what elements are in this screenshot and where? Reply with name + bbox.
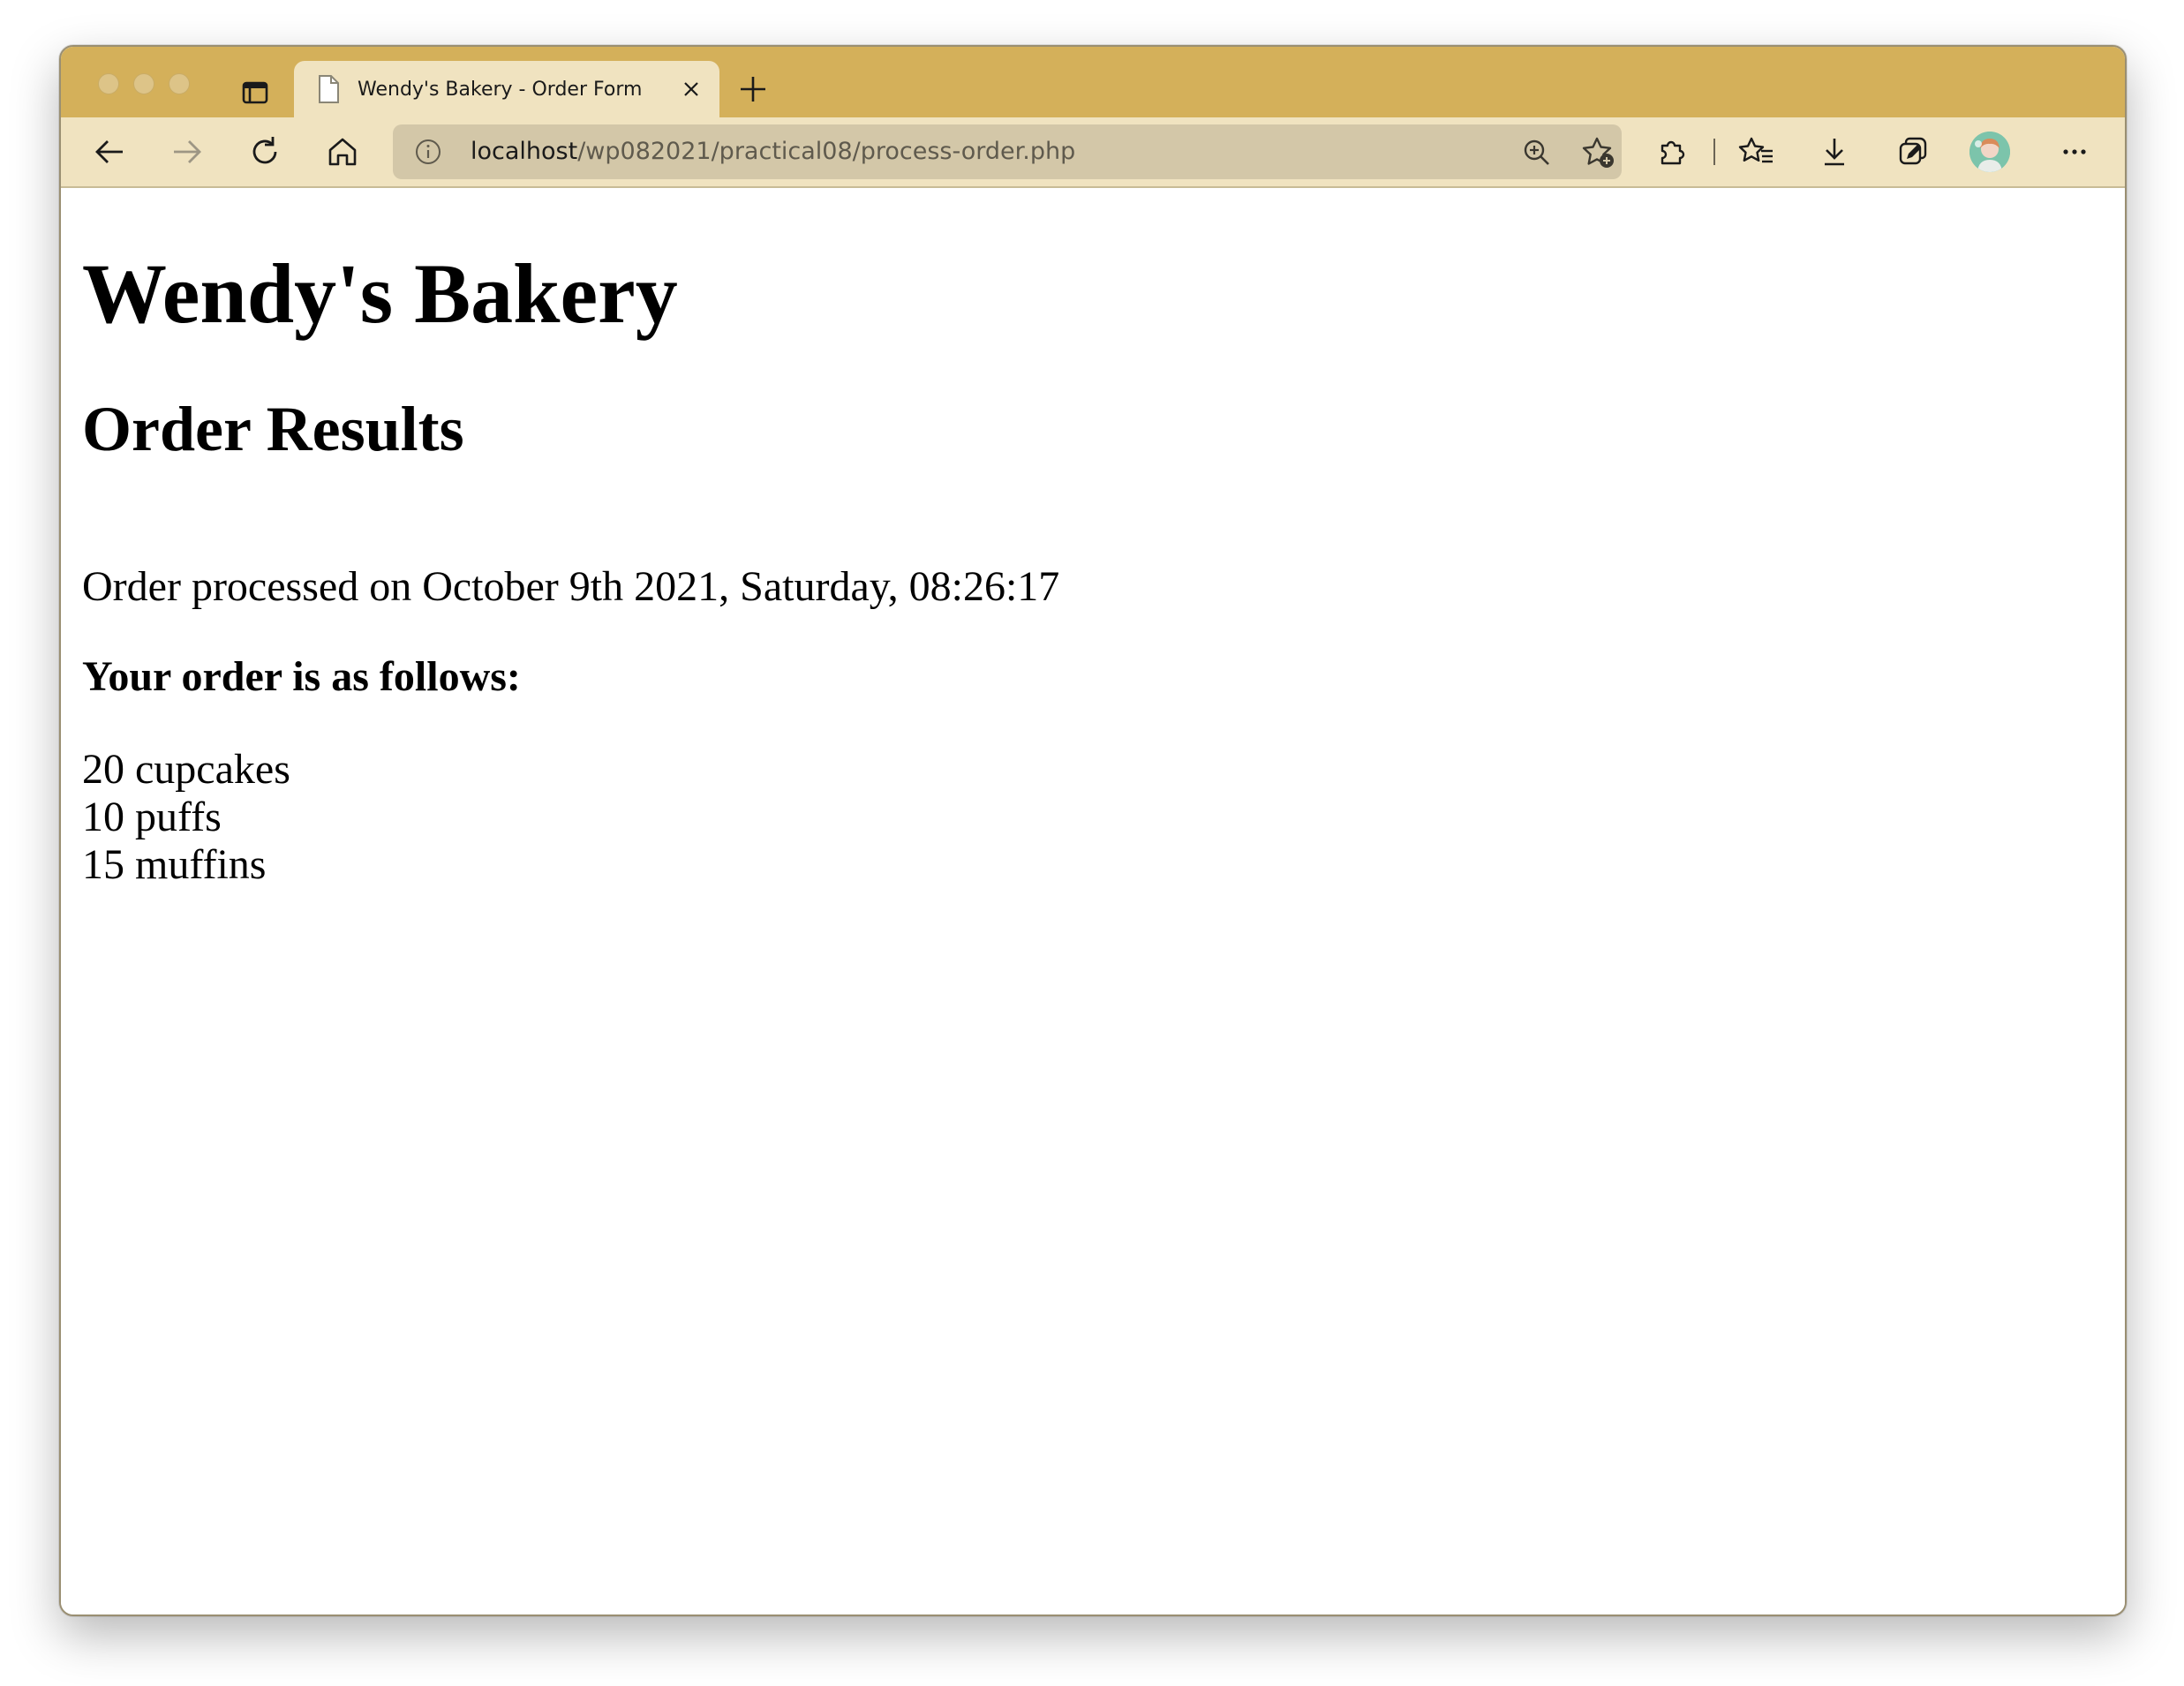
order-heading: Your order is as follows: [82,653,521,700]
order-item: 20 cupcakes [82,746,290,793]
page-icon [315,73,342,105]
browser-window: Wendy's Bakery - Order Form localhost/wp… [59,45,2127,1616]
section-title: Order Results [82,394,464,464]
close-tab-icon[interactable] [681,79,702,100]
add-favorite-icon[interactable] [1581,135,1616,170]
order-processed-text: Order processed on October 9th 2021, Sat… [82,563,1060,610]
page-viewport: Wendy's Bakery Order Results Order proce… [61,188,2125,1614]
tab-strip: Wendy's Bakery - Order Form [61,47,2125,117]
forward-icon[interactable] [169,133,206,170]
window-maximize-button[interactable] [169,73,190,94]
site-info-icon[interactable] [414,138,442,166]
toolbar-divider [1713,139,1715,165]
zoom-icon[interactable] [1521,137,1553,169]
url-path: /wp082021/practical08/process-order.php [577,138,1076,165]
browser-toolbar: localhost/wp082021/practical08/process-o… [61,117,2125,188]
order-item: 10 puffs [82,794,222,840]
url-text[interactable]: localhost/wp082021/practical08/process-o… [471,124,1075,179]
order-item: 15 muffins [82,841,267,888]
back-icon[interactable] [91,133,128,170]
window-close-button[interactable] [98,73,119,94]
tab-active[interactable]: Wendy's Bakery - Order Form [294,61,719,117]
url-host: localhost [471,138,578,165]
tab-actions-icon[interactable] [239,77,271,109]
downloads-icon[interactable] [1816,133,1853,170]
new-tab-button[interactable] [737,73,769,105]
favorites-icon[interactable] [1738,133,1775,170]
collections-icon[interactable] [1894,133,1931,170]
profile-avatar[interactable] [1969,132,2010,172]
more-icon[interactable] [2056,133,2093,170]
tab-title: Wendy's Bakery - Order Form [358,79,643,101]
site-title: Wendy's Bakery [82,246,678,341]
extensions-icon[interactable] [1653,133,1691,170]
home-icon[interactable] [324,133,361,170]
order-list: 20 cupcakes 10 puffs 15 muffins [82,746,290,889]
window-minimize-button[interactable] [133,73,154,94]
refresh-icon[interactable] [246,133,283,170]
address-bar[interactable]: localhost/wp082021/practical08/process-o… [393,124,1622,179]
